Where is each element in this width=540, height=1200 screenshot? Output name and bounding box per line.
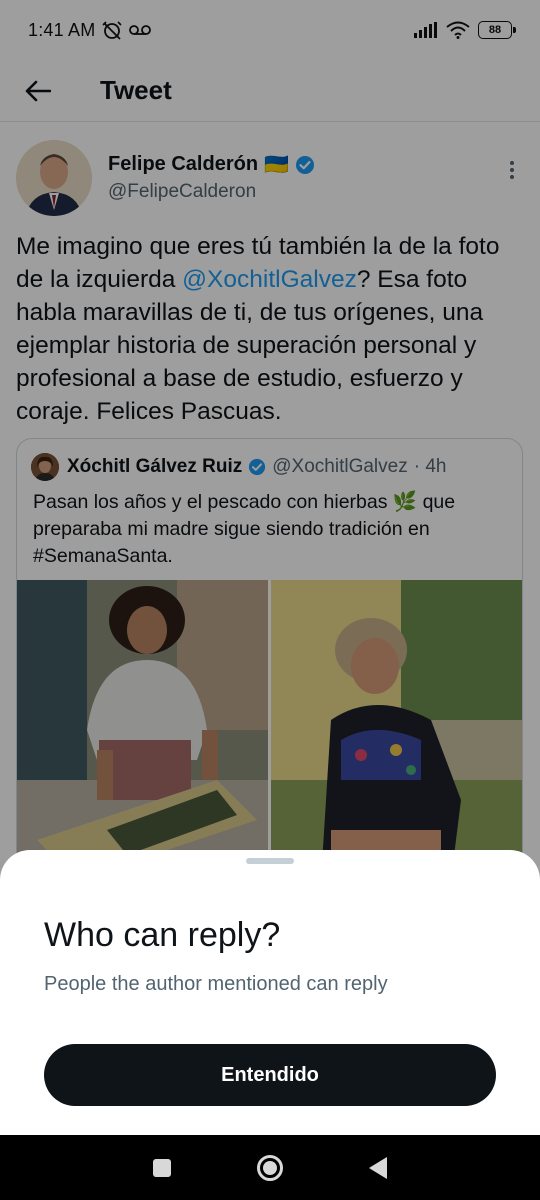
wifi-icon (446, 21, 470, 39)
author-handle[interactable]: @FelipeCalderon (108, 181, 500, 203)
ukraine-flag-emoji: 🇺🇦 (264, 154, 289, 176)
back-arrow-icon (25, 80, 51, 101)
voicemail-icon (129, 25, 152, 35)
tweet: Felipe Calderón 🇺🇦 @FelipeCalderon Me im… (0, 124, 540, 881)
quoted-verified-badge-icon (249, 458, 266, 476)
back-button[interactable] (0, 60, 76, 122)
back-triangle-icon[interactable] (369, 1156, 387, 1179)
mention-link[interactable]: @XochitlGalvez (182, 266, 357, 293)
sheet-description: People the author mentioned can reply (44, 973, 388, 995)
quoted-author-handle: @XochitlGalvez (272, 456, 408, 477)
recents-icon[interactable] (153, 1158, 171, 1177)
sheet-grabber[interactable] (246, 858, 294, 864)
quoted-photo-left[interactable] (17, 580, 268, 880)
more-options-button[interactable] (500, 150, 524, 190)
battery-indicator: 88 (478, 21, 516, 39)
bottom-sheet: Who can reply? People the author mention… (0, 850, 540, 1135)
quoted-photo-right[interactable] (271, 580, 522, 880)
home-icon[interactable] (257, 1154, 283, 1181)
confirm-button[interactable]: Entendido (44, 1044, 496, 1106)
quoted-tweet[interactable]: Xóchitl Gálvez Ruiz @XochitlGalvez · 4h … (16, 438, 523, 881)
author-avatar[interactable] (16, 140, 92, 216)
author-name[interactable]: Felipe Calderón (108, 153, 258, 176)
alarm-off-icon (102, 21, 123, 40)
status-bar: 1:41 AM 88 (0, 0, 540, 60)
sheet-title: Who can reply? (44, 916, 281, 954)
system-nav-bar (0, 1135, 540, 1200)
top-bar: Tweet (0, 60, 540, 122)
page-title: Tweet (100, 75, 172, 105)
verified-badge-icon (295, 155, 314, 174)
signal-icon (414, 22, 437, 38)
status-time: 1:41 AM (28, 19, 96, 40)
quoted-time: · 4h (413, 456, 447, 477)
more-dot-icon (510, 161, 514, 165)
quoted-author-avatar (31, 453, 59, 481)
quoted-author-name: Xóchitl Gálvez Ruiz (67, 456, 243, 477)
tweet-text: Me imagino que eres tú también la de la … (16, 230, 524, 428)
quoted-text: Pasan los años y el pescado con hierbas … (33, 491, 456, 567)
